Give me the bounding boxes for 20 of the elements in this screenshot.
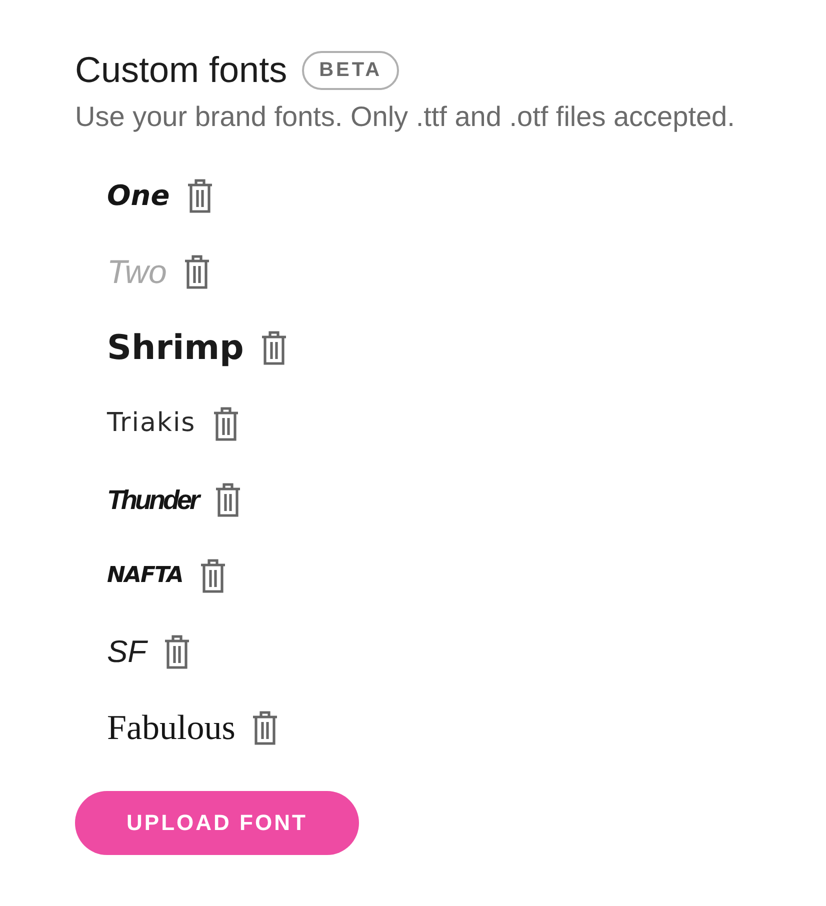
font-preview-name: SF: [107, 633, 147, 671]
trash-icon[interactable]: [214, 483, 240, 517]
font-preview-name: Shrimp: [107, 328, 244, 368]
font-preview-name: Two: [107, 252, 167, 292]
section-description: Use your brand fonts. Only .ttf and .otf files accepted.: [75, 100, 736, 134]
beta-badge: BETA: [302, 50, 400, 90]
font-preview-name: Fabulous: [107, 707, 236, 749]
trash-icon[interactable]: [252, 711, 278, 745]
trash-icon[interactable]: [186, 179, 213, 213]
trash-icon[interactable]: [200, 559, 226, 593]
trash-icon[interactable]: [260, 331, 287, 365]
trash-icon[interactable]: [212, 407, 239, 441]
font-preview-name: Triakis: [107, 408, 196, 440]
trash-icon[interactable]: [184, 255, 210, 289]
section-title: Custom fonts: [75, 50, 288, 90]
upload-font-button[interactable]: UPLOAD FONT: [75, 791, 359, 855]
trash-icon[interactable]: [164, 635, 190, 669]
font-preview-name: NAFTA: [107, 562, 183, 590]
font-preview-name: Thunder: [107, 484, 198, 516]
font-preview-name: One: [107, 179, 170, 213]
